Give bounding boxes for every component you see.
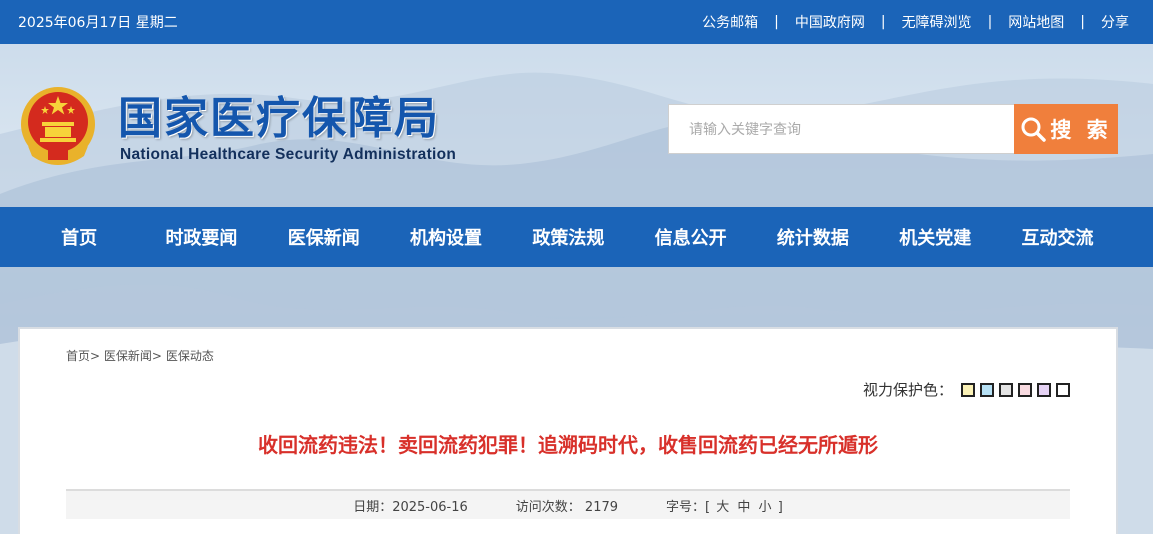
search-bar: 搜 索 [668,104,1118,154]
nav-item-statistics[interactable]: 统计数据 [752,224,874,250]
breadcrumb-separator: > [90,349,101,363]
visits-count: 2179 [584,499,619,515]
link-official-email[interactable]: 公务邮箱 [696,12,764,32]
font-size-close: ] [777,499,783,515]
site-logo-english[interactable]: National Healthcare Security Administrat… [120,146,456,164]
link-share[interactable]: 分享 [1095,12,1135,32]
link-accessibility[interactable]: 无障碍浏览 [896,12,978,32]
top-link-separator: | [774,14,779,30]
font-size-large[interactable]: 大 [716,500,729,515]
eye-care-swatch-gray[interactable] [999,382,1013,397]
breadcrumb: 首页> 医保新闻> 医保动态 [66,347,214,364]
site-header: 国家医疗保障局 National Healthcare Security Adm… [0,44,1153,207]
article-visits: 访问次数： 2179 [516,496,618,515]
nav-item-party[interactable]: 机关党建 [874,224,996,250]
main-nav: 首页 时政要闻 医保新闻 机构设置 政策法规 信息公开 统计数据 机关党建 互动… [0,207,1153,267]
top-link-separator: | [880,14,886,30]
breadcrumb-healthcare-news[interactable]: 医保新闻 [104,349,152,363]
article-date: 日期：2025-06-16 [353,499,468,515]
link-sitemap[interactable]: 网站地图 [1002,12,1070,32]
eye-care-swatch-white[interactable] [1056,382,1070,397]
eye-care-swatch-blue[interactable] [980,382,994,397]
font-size-small[interactable]: 小 [759,500,772,515]
breadcrumb-healthcare-updates[interactable]: 医保动态 [166,349,214,363]
top-links: 公务邮箱 | 中国政府网 | 无障碍浏览 | 网站地图 | 分享 [696,12,1135,32]
eye-care-swatch-yellow[interactable] [961,382,975,397]
search-input[interactable] [668,104,1014,154]
eye-care-swatch-purple[interactable] [1037,382,1051,397]
nav-item-information[interactable]: 信息公开 [629,224,751,250]
top-bar: 2025年06月17日 星期二 公务邮箱 | 中国政府网 | 无障碍浏览 | 网… [0,0,1153,44]
nav-item-organization[interactable]: 机构设置 [385,224,507,250]
nav-item-home[interactable]: 首页 [18,224,140,250]
visits-label: 访问次数： [515,499,581,515]
eye-care-swatch-pink[interactable] [1018,382,1032,397]
article-title: 收回流药违法！卖回流药犯罪！追溯码时代，收售回流药已经无所遁形 [258,433,878,457]
search-button-label: 搜 索 [1050,118,1112,142]
current-date: 2025年06月17日 星期二 [18,15,178,31]
font-size-control: 字号：[ 大 中 小 ] [666,496,783,515]
nav-item-politics-news[interactable]: 时政要闻 [140,224,262,250]
nav-item-healthcare-news[interactable]: 医保新闻 [263,224,385,250]
breadcrumb-separator: > [151,349,162,363]
breadcrumb-home[interactable]: 首页 [66,349,90,363]
article-panel: 首页> 医保新闻> 医保动态 视力保护色： 收回流药违法！卖回流药犯罪！追溯码时… [18,327,1118,534]
top-link-separator: | [1080,14,1085,30]
search-button[interactable]: 搜 索 [1014,104,1118,154]
nav-item-interaction[interactable]: 互动交流 [996,224,1118,250]
article-meta: 日期：2025-06-16 访问次数： 2179 字号：[ 大 中 小 ] [66,489,1070,519]
font-size-medium[interactable]: 中 [737,500,750,515]
eye-care-color-picker: 视力保护色： [863,379,1070,400]
font-size-label: 字号：[ [666,499,711,515]
top-link-separator: | [987,14,993,30]
national-emblem-icon[interactable] [18,84,98,168]
search-icon [1021,117,1047,142]
link-gov-cn[interactable]: 中国政府网 [789,12,871,32]
site-logo-chinese[interactable]: 国家医疗保障局 [118,94,440,144]
nav-item-policies[interactable]: 政策法规 [507,224,629,250]
eye-care-label: 视力保护色： [862,381,953,399]
